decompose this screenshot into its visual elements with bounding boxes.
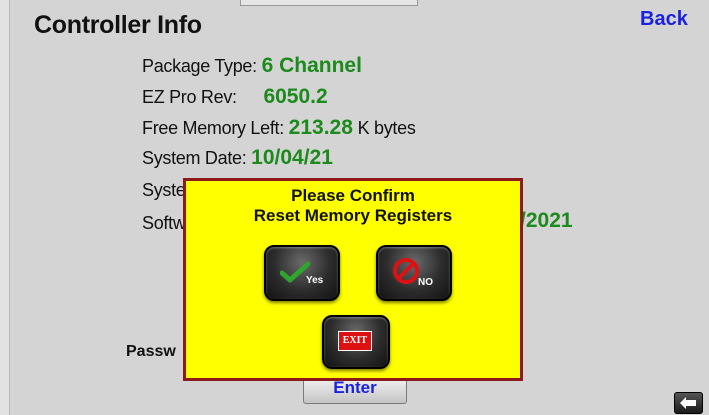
no-button[interactable]: NO [376,245,452,301]
system-date-row: System Date: 10/04/21 [142,146,333,170]
dialog-title-line1: Please Confirm [291,186,415,205]
software-partial-value: /2021 [520,209,573,232]
package-type-label: Package Type: [142,56,257,76]
software-partial-row: Softw [142,213,186,234]
system-partial-label: Syste [142,180,186,200]
free-memory-label: Free Memory Left: [142,118,284,138]
left-edge [0,0,10,415]
no-label: NO [418,277,433,288]
free-memory-value: 213.28 [288,116,353,139]
password-label: Passw [126,343,176,360]
exit-icon: EXIT [338,331,372,351]
controller-info-screen: Controller Info Back Package Type: 6 Cha… [0,0,709,415]
system-partial-row: Syste [142,180,186,201]
confirm-dialog: Please Confirm Reset Memory Registers Ye… [183,178,523,381]
ez-pro-rev-label: EZ Pro Rev: [142,87,237,107]
yes-label: Yes [306,275,324,286]
exit-button[interactable]: EXIT [322,315,390,369]
ez-pro-rev-row: EZ Pro Rev: 6050.2 [142,85,328,109]
software-partial-label: Softw [142,213,186,233]
free-memory-unit: K bytes [357,118,416,138]
no-sign-icon [393,258,419,284]
dialog-title-line2: Reset Memory Registers [253,206,453,225]
package-type-row: Package Type: 6 Channel [142,54,362,78]
back-button[interactable]: Back [640,8,688,31]
system-date-label: System Date: [142,148,247,168]
free-memory-row: Free Memory Left: 213.28 K bytes [142,116,416,140]
system-date-value: 10/04/21 [251,146,333,169]
back-arrow-button[interactable] [674,392,703,414]
top-strip [240,0,418,6]
ez-pro-rev-value: 6050.2 [263,85,328,108]
page-title: Controller Info [34,11,202,39]
package-type-value: 6 Channel [261,54,362,77]
yes-button[interactable]: Yes [264,245,340,301]
back-arrow-icon [680,397,696,409]
